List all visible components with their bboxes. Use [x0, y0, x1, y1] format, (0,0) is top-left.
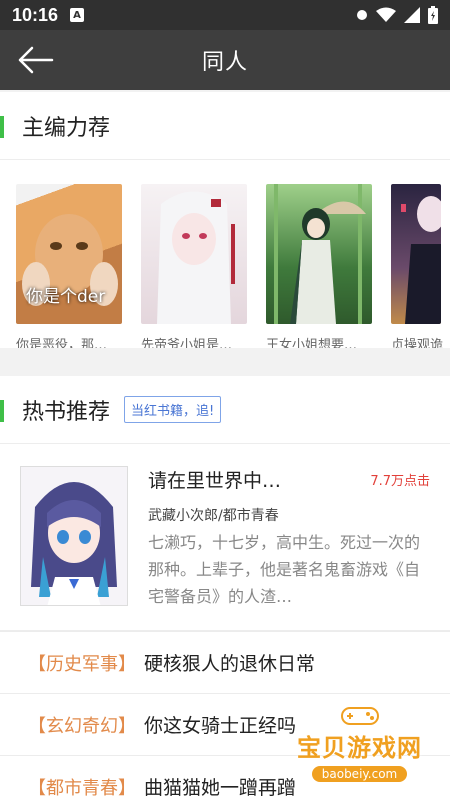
book-cover-image[interactable]	[141, 184, 247, 324]
hot-books-title: 热书推荐	[22, 399, 111, 425]
book-card-caption: 先帝爷小姐是…	[141, 338, 233, 348]
book-cover-image[interactable]: 你是个der	[16, 184, 122, 324]
status-bar: 10:16 A	[0, 0, 450, 30]
book-name: 曲猫猫她一蹭再蹭	[144, 777, 297, 799]
back-arrow-icon[interactable]	[16, 44, 56, 76]
status-icons	[356, 6, 438, 24]
book-cover-image[interactable]	[391, 184, 441, 324]
site-watermark: 宝贝游戏网 baobeiy.com	[297, 704, 422, 782]
featured-book-info: 请在里世界中… 7.7万点击 武藏小次郎/都市青春 七濑巧，十七岁，高中生。死过…	[148, 466, 430, 610]
notification-icon: A	[70, 8, 85, 22]
book-card-caption: 王女小姐想要…	[266, 338, 358, 348]
featured-book-description: 七濑巧，十七岁，高中生。死过一次的那种。上辈子，他是著名鬼畜游戏《自宅警备员》的…	[148, 533, 421, 606]
app-bar: 同人	[0, 30, 450, 90]
book-list-item[interactable]: 【历史军事】 硬核狠人的退休日常	[0, 631, 450, 693]
featured-book-author: 武藏小次郎/都市青春	[148, 508, 279, 524]
book-card-caption: 你是恶役，那…	[16, 338, 108, 348]
watermark-sub-text: baobeiy.com	[311, 766, 408, 782]
featured-book-clicks: 7.7万点击	[370, 474, 430, 489]
editor-picks-header: 主编力荐	[0, 92, 450, 160]
featured-book[interactable]: 请在里世界中… 7.7万点击 武藏小次郎/都市青春 七濑巧，十七岁，高中生。死过…	[0, 444, 450, 631]
book-card[interactable]: 你是个der 你是恶役，那…	[16, 184, 124, 348]
wifi-icon	[376, 7, 396, 22]
battery-icon	[428, 6, 438, 24]
signal-dot-icon	[357, 10, 367, 20]
book-card-caption: 贞操观诡	[391, 338, 444, 348]
editor-picks-carousel[interactable]: 你是个der 你是恶役，那… 先帝爷小姐是… 王女小姐想要… 贞操观诡	[0, 160, 450, 348]
hot-books-header: 热书推荐 当红书籍，追!	[0, 376, 450, 444]
cell-signal-icon	[404, 7, 420, 23]
page-title: 同人	[201, 50, 248, 75]
section-gap	[0, 348, 450, 376]
book-category: 【历史军事】	[28, 653, 136, 675]
book-category: 【都市青春】	[28, 777, 136, 799]
cover-overlay-text: 你是个der	[26, 287, 106, 307]
book-name: 硬核狠人的退休日常	[144, 653, 316, 675]
status-time: 10:16	[12, 4, 59, 25]
section-accent-bar	[0, 116, 4, 138]
book-cover-image[interactable]	[266, 184, 372, 324]
watermark-main-text: 宝贝游戏网	[297, 734, 422, 762]
gamepad-icon	[340, 707, 379, 725]
featured-book-cover[interactable]	[20, 466, 128, 606]
book-name: 你这女骑士正经吗	[144, 715, 297, 737]
book-card[interactable]: 贞操观诡	[391, 184, 450, 348]
book-card[interactable]: 王女小姐想要…	[266, 184, 374, 348]
editor-picks-section: 主编力荐 你是个der 你是恶役，那… 先帝爷小姐是… 王女小姐想要… 贞操观诡	[0, 92, 450, 348]
book-category: 【玄幻奇幻】	[28, 715, 136, 737]
hot-books-tag: 当红书籍，追!	[124, 396, 222, 423]
book-card[interactable]: 先帝爷小姐是…	[141, 184, 249, 348]
editor-picks-title: 主编力荐	[22, 115, 111, 141]
section-accent-bar	[0, 400, 4, 422]
